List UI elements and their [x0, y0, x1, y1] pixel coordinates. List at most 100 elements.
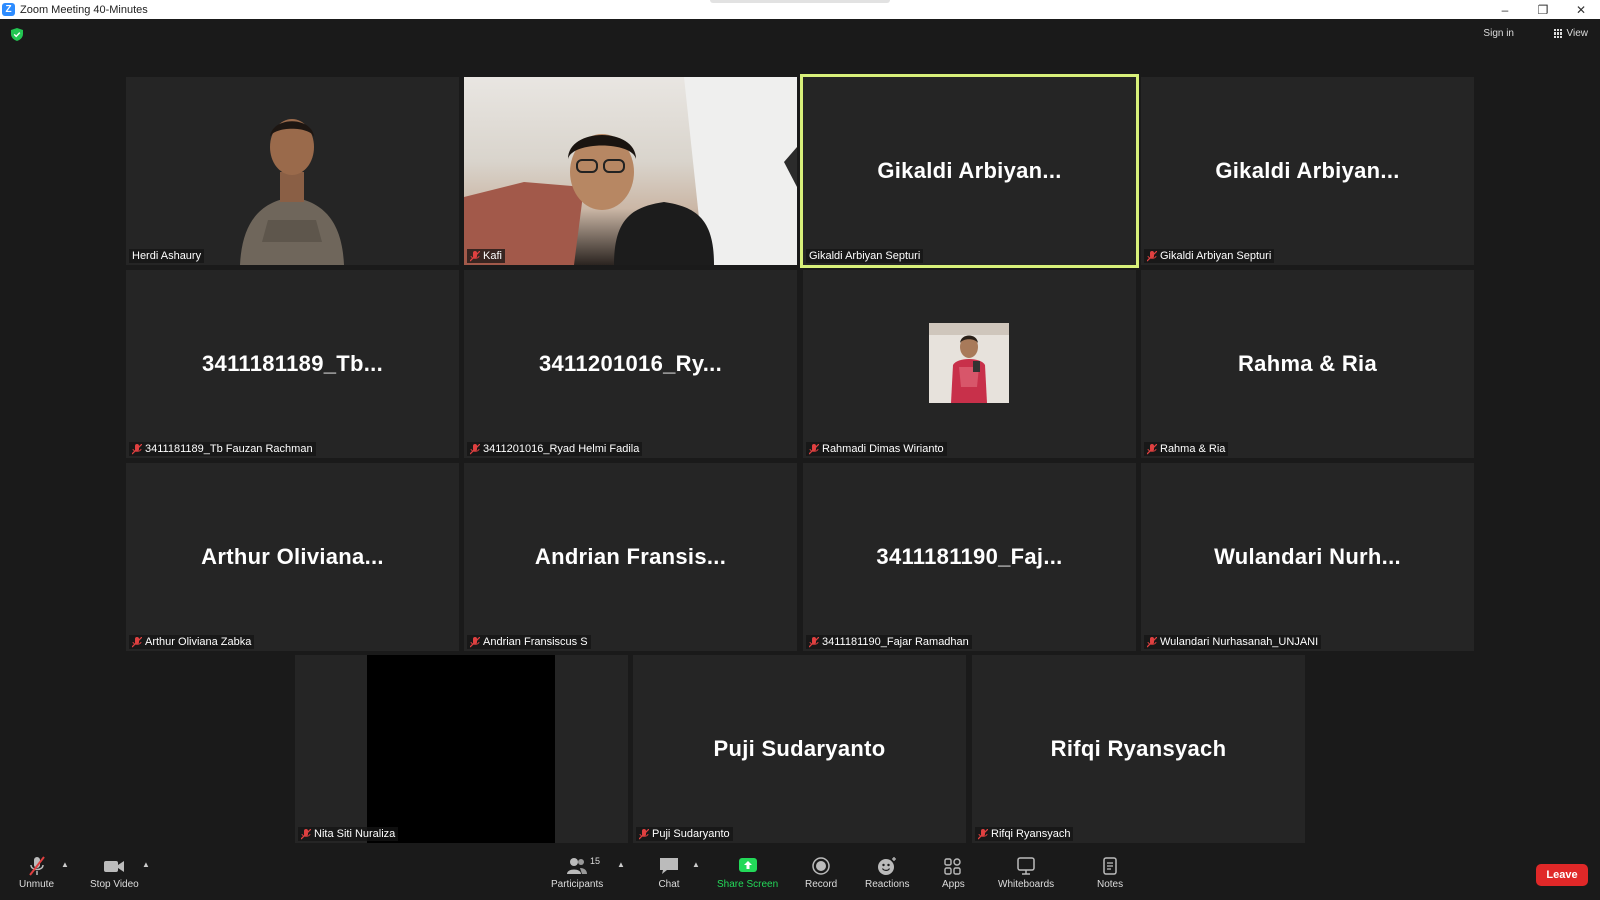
- participant-tile[interactable]: 3411181189_Tb... 3411181189_Tb Fauzan Ra…: [126, 270, 459, 458]
- window-title: Zoom Meeting 40-Minutes: [20, 3, 148, 16]
- window-titlebar: Z Zoom Meeting 40-Minutes – ❐ ✕: [0, 0, 1600, 19]
- participant-name: Rahma & Ria: [1160, 443, 1226, 455]
- mic-muted-icon: [639, 828, 649, 839]
- record-button[interactable]: Record: [805, 856, 837, 890]
- mic-muted-icon: [809, 636, 819, 647]
- profile-picture: [929, 323, 1009, 403]
- participant-tile[interactable]: Puji Sudaryanto Puji Sudaryanto: [633, 655, 966, 843]
- mic-muted-icon: [1147, 443, 1157, 454]
- reactions-label: Reactions: [865, 879, 910, 890]
- participant-label: 3411181190_Fajar Ramadhan: [806, 635, 972, 649]
- participant-name: Kafi: [483, 250, 502, 262]
- apps-button[interactable]: Apps: [942, 856, 965, 890]
- notes-icon: [1103, 857, 1117, 875]
- participant-label: 3411181189_Tb Fauzan Rachman: [129, 442, 316, 456]
- participant-name: Gikaldi Arbiyan Septuri: [1160, 250, 1272, 262]
- participant-name: Wulandari Nurhasanah_UNJANI: [1160, 636, 1319, 648]
- participant-tile[interactable]: Arthur Oliviana... Arthur Oliviana Zabka: [126, 463, 459, 651]
- participant-tile-kafi[interactable]: Kafi: [464, 77, 797, 265]
- leave-button[interactable]: Leave: [1536, 864, 1588, 886]
- record-label: Record: [805, 879, 838, 890]
- view-button[interactable]: View: [1553, 28, 1589, 39]
- participant-tile[interactable]: Wulandari Nurh... Wulandari Nurhasanah_U…: [1141, 463, 1474, 651]
- audio-options-chevron-up-icon[interactable]: ▲: [61, 860, 69, 869]
- zoom-logo-icon: Z: [2, 3, 15, 16]
- chat-options-chevron-up-icon[interactable]: ▲: [692, 860, 700, 869]
- participant-label: Kafi: [467, 249, 505, 263]
- participant-display-name: Rifqi Ryansyach: [1050, 736, 1227, 761]
- chat-bubble-icon: [660, 858, 678, 874]
- record-icon: [812, 857, 830, 875]
- participant-name: Rahmadi Dimas Wirianto: [822, 443, 944, 455]
- participant-tile[interactable]: Nita Siti Nuraliza: [295, 655, 628, 843]
- participant-tile[interactable]: 3411181190_Faj... 3411181190_Fajar Ramad…: [803, 463, 1136, 651]
- reactions-button[interactable]: Reactions: [865, 856, 909, 890]
- participant-name: Arthur Oliviana Zabka: [145, 636, 252, 648]
- participant-tile-active-speaker[interactable]: Gikaldi Arbiyan... Gikaldi Arbiyan Septu…: [800, 74, 1139, 268]
- participant-video-black: [367, 655, 555, 843]
- participant-display-name: Gikaldi Arbiyan...: [877, 158, 1062, 183]
- view-label: View: [1566, 28, 1589, 39]
- participant-tile[interactable]: Gikaldi Arbiyan... Gikaldi Arbiyan Septu…: [1141, 77, 1474, 265]
- drag-handle[interactable]: [710, 0, 890, 3]
- participant-video-kafi: [464, 77, 797, 265]
- minimize-button[interactable]: –: [1486, 0, 1524, 19]
- mic-muted-icon: [1147, 636, 1157, 647]
- participant-tile-herdi[interactable]: Herdi Ashaury: [126, 77, 459, 265]
- participant-tile[interactable]: 3411201016_Ry... 3411201016_Ryad Helmi F…: [464, 270, 797, 458]
- participant-label: Puji Sudaryanto: [636, 827, 733, 841]
- chat-label: Chat: [658, 879, 680, 890]
- mic-muted-icon: [132, 636, 142, 647]
- close-button[interactable]: ✕: [1562, 0, 1600, 19]
- window-controls: – ❐ ✕: [1486, 0, 1600, 19]
- participant-label: Gikaldi Arbiyan Septuri: [806, 249, 924, 263]
- mic-muted-icon: [301, 828, 311, 839]
- meeting-topbar: Sign in View: [0, 19, 1600, 51]
- participant-tile[interactable]: Rahmadi Dimas Wirianto: [803, 270, 1136, 458]
- chat-button[interactable]: Chat: [658, 856, 680, 890]
- participant-tile[interactable]: Rahma & Ria Rahma & Ria: [1141, 270, 1474, 458]
- mic-muted-icon: [978, 828, 988, 839]
- whiteboards-label: Whiteboards: [998, 879, 1055, 890]
- participant-label: Arthur Oliviana Zabka: [129, 635, 255, 649]
- participant-name: Nita Siti Nuraliza: [314, 828, 396, 840]
- grid-view-icon: [1553, 29, 1563, 38]
- participant-name: Puji Sudaryanto: [652, 828, 730, 840]
- participant-display-name: Andrian Fransis...: [534, 544, 727, 569]
- participant-name: Gikaldi Arbiyan Septuri: [809, 250, 921, 262]
- whiteboard-icon: [1017, 857, 1035, 875]
- participant-name: Rifqi Ryansyach: [991, 828, 1071, 840]
- meeting-toolbar: Unmute ▲ Stop Video ▲ Participants 15 ▲ …: [0, 850, 1600, 900]
- participant-label: Herdi Ashaury: [129, 249, 205, 263]
- restore-button[interactable]: ❐: [1524, 0, 1562, 19]
- video-camera-icon: [104, 861, 125, 872]
- participants-label: Participants: [551, 879, 604, 890]
- video-options-chevron-up-icon[interactable]: ▲: [142, 860, 150, 869]
- share-screen-button[interactable]: Share Screen: [717, 856, 778, 890]
- participant-video-herdi: [240, 119, 344, 265]
- participant-label: Gikaldi Arbiyan Septuri: [1144, 249, 1275, 263]
- participant-tile[interactable]: Rifqi Ryansyach Rifqi Ryansyach: [972, 655, 1305, 843]
- participants-options-chevron-up-icon[interactable]: ▲: [617, 860, 625, 869]
- participant-label: Rahmadi Dimas Wirianto: [806, 442, 947, 456]
- mic-muted-icon: [28, 856, 45, 876]
- participant-display-name: Wulandari Nurh...: [1214, 544, 1401, 569]
- mic-muted-icon: [1147, 250, 1157, 261]
- participant-label: Wulandari Nurhasanah_UNJANI: [1144, 635, 1322, 649]
- participant-display-name: 3411181190_Faj...: [876, 544, 1063, 569]
- whiteboards-button[interactable]: Whiteboards: [998, 856, 1054, 890]
- share-screen-label: Share Screen: [717, 879, 779, 890]
- participant-display-name: 3411181189_Tb...: [202, 351, 383, 376]
- participant-label: Rahma & Ria: [1144, 442, 1229, 456]
- participant-name: 3411181190_Fajar Ramadhan: [822, 636, 969, 648]
- notes-button[interactable]: Notes: [1097, 856, 1123, 890]
- participant-display-name: Gikaldi Arbiyan...: [1215, 158, 1400, 183]
- apps-label: Apps: [942, 879, 965, 890]
- security-shield-icon[interactable]: [11, 28, 23, 41]
- participant-tile[interactable]: Andrian Fransis... Andrian Fransiscus S: [464, 463, 797, 651]
- unmute-button[interactable]: Unmute: [19, 856, 54, 890]
- participant-display-name: Puji Sudaryanto: [713, 736, 886, 761]
- mic-muted-icon: [809, 443, 819, 454]
- sign-in-link[interactable]: Sign in: [1483, 28, 1514, 39]
- stop-video-button[interactable]: Stop Video: [90, 856, 139, 890]
